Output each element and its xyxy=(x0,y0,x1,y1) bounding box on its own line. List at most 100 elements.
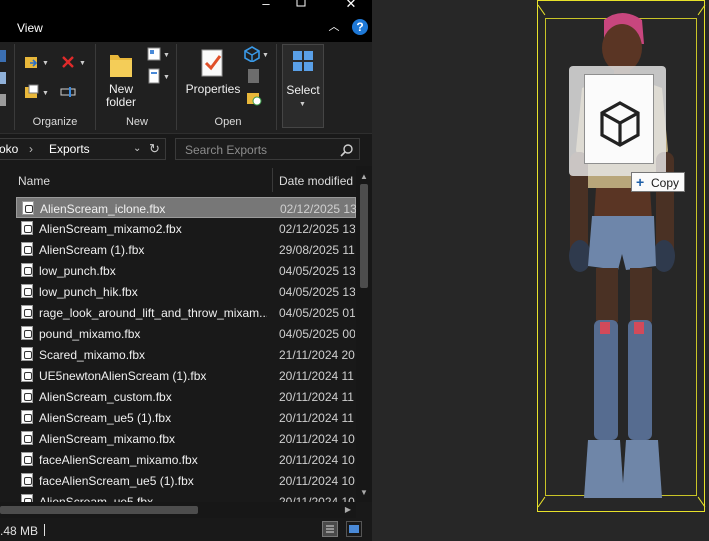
file-row[interactable]: faceAlienScream_mixamo.fbx 20/11/2024 10: xyxy=(16,449,356,470)
file-date-modified: 20/11/2024 11: xyxy=(279,369,355,383)
new-folder-icon xyxy=(110,55,132,77)
chevron-down-icon[interactable]: ⌄ xyxy=(133,143,141,154)
file-row[interactable]: low_punch_hik.fbx 04/05/2025 13: xyxy=(16,281,356,302)
scroll-up-icon[interactable]: ▲ xyxy=(356,172,372,181)
chevron-up-icon[interactable]: ︿ xyxy=(327,20,341,34)
search-icon xyxy=(340,144,353,157)
fbx-file-icon xyxy=(21,326,33,340)
maximize-button[interactable] xyxy=(290,0,312,12)
file-row[interactable]: Scared_mixamo.fbx 21/11/2024 20: xyxy=(16,344,356,365)
search-input[interactable]: Search Exports xyxy=(185,143,267,157)
file-row[interactable]: faceAlienScream_ue5 (1).fbx 20/11/2024 10… xyxy=(16,470,356,491)
column-divider[interactable] xyxy=(272,168,273,192)
ribbon-separator xyxy=(276,44,277,130)
file-name: AlienScream_ue5.fbx xyxy=(39,495,154,502)
file-name: AlienScream_iclone.fbx xyxy=(40,202,166,216)
title-bar: – ✕ xyxy=(0,0,372,14)
file-name: AlienScream_ue5 (1).fbx xyxy=(39,411,172,425)
new-item-icon[interactable] xyxy=(146,46,162,62)
vertical-scroll-thumb[interactable] xyxy=(360,184,368,288)
file-row[interactable]: AlienScream_ue5 (1).fbx 20/11/2024 11: xyxy=(16,407,356,428)
details-view-icon[interactable] xyxy=(322,521,338,537)
fbx-file-icon xyxy=(21,305,33,319)
file-row[interactable]: AlienScream_mixamo.fbx 20/11/2024 10: xyxy=(16,428,356,449)
chevron-down-icon[interactable]: ▼ xyxy=(163,74,170,81)
file-name: UE5newtonAlienScream (1).fbx xyxy=(39,369,207,383)
file-row[interactable]: AlienScream_mixamo2.fbx 02/12/2025 13: xyxy=(16,218,356,239)
select-label: Select xyxy=(286,83,320,97)
column-header-name[interactable]: Name xyxy=(18,174,50,188)
fbx-file-icon xyxy=(21,242,33,256)
help-icon[interactable]: ? xyxy=(352,19,368,35)
file-row[interactable]: pound_mixamo.fbx 04/05/2025 00: xyxy=(16,323,356,344)
file-name: pound_mixamo.fbx xyxy=(39,327,141,341)
chevron-down-icon[interactable]: ▼ xyxy=(79,60,86,67)
edit-icon[interactable] xyxy=(246,68,262,84)
ribbon: ▼ ▼ ▼ Organize New folder ▼ ▼ New Proper… xyxy=(0,42,372,134)
address-bar[interactable]: oko › Exports ⌄ ↻ xyxy=(0,138,166,160)
rename-icon[interactable] xyxy=(60,84,76,100)
select-button[interactable]: Select ▼ xyxy=(282,44,324,128)
file-row[interactable]: AlienScream_custom.fbx 20/11/2024 11: xyxy=(16,386,356,407)
copy-to-icon[interactable] xyxy=(24,84,40,100)
large-icons-view-icon[interactable] xyxy=(346,521,362,537)
properties-button[interactable]: Properties xyxy=(184,47,242,117)
breadcrumb-parent[interactable]: oko xyxy=(0,142,18,156)
vertical-scrollbar[interactable]: ▲ ▼ xyxy=(356,166,372,502)
file-row[interactable]: AlienScream_ue5.fbx 20/11/2024 10: xyxy=(16,491,356,502)
fbx-file-icon xyxy=(21,284,33,298)
file-name: rage_look_around_lift_and_throw_mixam... xyxy=(39,306,267,320)
file-name: AlienScream_mixamo2.fbx xyxy=(39,222,182,236)
properties-icon xyxy=(201,49,223,77)
chevron-down-icon[interactable]: ▼ xyxy=(42,60,49,67)
move-to-icon[interactable] xyxy=(24,54,40,70)
breadcrumb-current[interactable]: Exports xyxy=(49,142,90,156)
horizontal-scroll-thumb[interactable] xyxy=(0,506,198,514)
drag-copy-label: Copy xyxy=(651,176,680,190)
chevron-down-icon[interactable]: ▼ xyxy=(42,90,49,97)
close-button[interactable]: ✕ xyxy=(340,0,362,12)
fbx-file-icon xyxy=(21,263,33,277)
column-header-date-modified[interactable]: Date modified xyxy=(279,174,353,188)
ribbon-separator xyxy=(176,44,177,130)
file-date-modified: 04/05/2025 01: xyxy=(279,306,355,320)
tab-view[interactable]: View xyxy=(17,21,43,35)
3d-object-icon xyxy=(600,101,640,147)
new-folder-button[interactable]: New folder xyxy=(104,47,138,117)
status-divider xyxy=(44,524,45,536)
fbx-file-icon xyxy=(21,452,33,466)
file-date-modified: 21/11/2024 20: xyxy=(279,348,355,362)
fbx-file-icon xyxy=(21,473,33,487)
3d-viewport[interactable]: + Copy xyxy=(372,0,709,541)
history-icon[interactable] xyxy=(246,90,262,106)
minimize-button[interactable]: – xyxy=(255,0,277,12)
copy-path-icon[interactable] xyxy=(0,70,8,86)
refresh-icon[interactable]: ↻ xyxy=(149,141,160,157)
paste-icon[interactable] xyxy=(0,92,8,108)
easy-access-icon[interactable] xyxy=(146,68,162,84)
file-name: faceAlienScream_mixamo.fbx xyxy=(39,453,198,467)
file-row[interactable]: AlienScream_iclone.fbx 02/12/2025 13: xyxy=(16,197,356,218)
file-row[interactable]: UE5newtonAlienScream (1).fbx 20/11/2024 1… xyxy=(16,365,356,386)
fbx-file-icon xyxy=(21,431,33,445)
fbx-file-icon xyxy=(21,494,33,502)
file-list: AlienScream_iclone.fbx 02/12/2025 13: Alie… xyxy=(0,197,356,502)
scroll-down-icon[interactable]: ▼ xyxy=(356,488,372,497)
column-header-row: Name Date modified xyxy=(0,166,372,194)
file-row[interactable]: rage_look_around_lift_and_throw_mixam...… xyxy=(16,302,356,323)
file-date-modified: 20/11/2024 10: xyxy=(279,453,355,467)
delete-icon[interactable] xyxy=(60,54,76,70)
drag-copy-tooltip: + Copy xyxy=(631,172,685,192)
group-label-new: New xyxy=(125,116,148,128)
horizontal-scrollbar[interactable]: ▶ xyxy=(0,502,356,518)
file-row[interactable]: AlienScream (1).fbx 29/08/2025 11: xyxy=(16,239,356,260)
search-box[interactable]: Search Exports xyxy=(175,138,360,160)
fbx-file-icon xyxy=(21,389,33,403)
open-with-icon[interactable] xyxy=(244,46,260,63)
paste-shortcut-icon[interactable] xyxy=(0,48,8,64)
scroll-right-icon[interactable]: ▶ xyxy=(340,505,356,514)
chevron-down-icon[interactable]: ▼ xyxy=(163,52,170,59)
group-label-organize: Organize xyxy=(32,116,78,128)
file-row[interactable]: low_punch.fbx 04/05/2025 13: xyxy=(16,260,356,281)
chevron-down-icon[interactable]: ▼ xyxy=(262,52,269,59)
